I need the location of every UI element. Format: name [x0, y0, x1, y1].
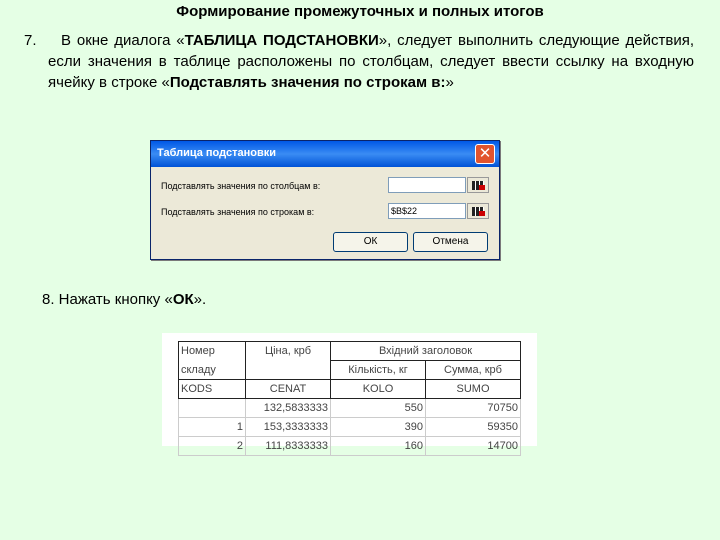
header-number: Номер: [181, 345, 215, 358]
step-7-number: 7.: [24, 32, 37, 49]
dialog-title: Таблица подстановки: [157, 147, 276, 159]
dialog-titlebar: Таблица подстановки ✕: [151, 141, 499, 167]
table-cell[interactable]: 2: [178, 436, 246, 456]
table-header-cell: CENAT: [245, 379, 331, 399]
range-select-arrow-icon: [479, 211, 485, 216]
table-cell[interactable]: 132,5833333: [245, 398, 331, 418]
table-header-cell: складу: [178, 360, 246, 380]
table-cell[interactable]: 59350: [425, 417, 521, 437]
table-row: 1 153,3333333 390 59350: [178, 417, 521, 437]
table-header-cell: KOLO: [330, 379, 426, 399]
table-header-row: складу Кількість, кг Сумма, крб: [178, 360, 521, 380]
rows-input-label: Подставлять значения по строкам в:: [161, 207, 315, 217]
page-title: Формирование промежуточных и полных итог…: [176, 3, 544, 20]
rows-ref-button[interactable]: [467, 203, 489, 219]
table-header-cell: Кількість, кг: [330, 360, 426, 380]
table-header-cell: Номер: [178, 341, 246, 361]
step-7-suffix: »: [445, 74, 454, 91]
table-header-cell: KODS: [178, 379, 246, 399]
step-7-text: В окне диалога «ТАБЛИЦА ПОДСТАНОВКИ», сл…: [24, 30, 694, 93]
table-cell[interactable]: [178, 398, 246, 418]
table-cell[interactable]: 153,3333333: [245, 417, 331, 437]
spreadsheet-excerpt: Номер Ціна, крб Вхідний заголовок складу…: [162, 333, 537, 456]
header-price: Ціна, крб: [264, 345, 312, 358]
table-cell[interactable]: 160: [330, 436, 426, 456]
table-cell[interactable]: 550: [330, 398, 426, 418]
table-cell[interactable]: 70750: [425, 398, 521, 418]
table-cell[interactable]: 390: [330, 417, 426, 437]
columns-input-field[interactable]: [388, 177, 466, 193]
rows-input-field[interactable]: $B$22: [388, 203, 466, 219]
table-header-cell: Вхідний заголовок: [330, 341, 521, 361]
table-header-row: Номер Ціна, крб Вхідний заголовок: [178, 341, 521, 361]
close-icon[interactable]: ✕: [475, 144, 495, 164]
data-table: Номер Ціна, крб Вхідний заголовок складу…: [178, 341, 521, 456]
step-8-suffix: ».: [193, 291, 207, 308]
step-8-prefix: 8. Нажать кнопку «: [42, 291, 173, 308]
table-header-cell: Сумма, крб: [425, 360, 521, 380]
step-8-button-name: ОК: [172, 291, 194, 308]
cancel-button[interactable]: Отмена: [413, 232, 488, 252]
table-header-cell: Ціна, крб: [245, 341, 331, 361]
step-7-row-label: Подставлять значения по строкам в:: [169, 74, 446, 91]
step-8-paragraph: 8. Нажать кнопку «ОК».: [42, 291, 206, 308]
table-header-row: KODS CENAT KOLO SUMO: [178, 379, 521, 399]
columns-input-label: Подставлять значения по столбцам в:: [161, 181, 321, 191]
data-table-dialog: Таблица подстановки ✕ Подставлять значен…: [150, 140, 500, 260]
table-header-cell: SUMO: [425, 379, 521, 399]
table-cell[interactable]: 1: [178, 417, 246, 437]
ok-button[interactable]: ОК: [333, 232, 408, 252]
table-cell[interactable]: 111,8333333: [245, 436, 331, 456]
step-7-dialog-name: ТАБЛИЦА ПОДСТАНОВКИ: [184, 32, 379, 49]
step-7-paragraph: 7. В окне диалога «ТАБЛИЦА ПОДСТАНОВКИ»,…: [24, 30, 694, 93]
table-row: 132,5833333 550 70750: [178, 398, 521, 418]
table-cell[interactable]: 14700: [425, 436, 521, 456]
table-header-cell: [245, 360, 331, 380]
step-7-prefix: В окне диалога «: [61, 32, 185, 49]
table-row: 2 111,8333333 160 14700: [178, 436, 521, 456]
range-select-arrow-icon: [479, 185, 485, 190]
columns-ref-button[interactable]: [467, 177, 489, 193]
